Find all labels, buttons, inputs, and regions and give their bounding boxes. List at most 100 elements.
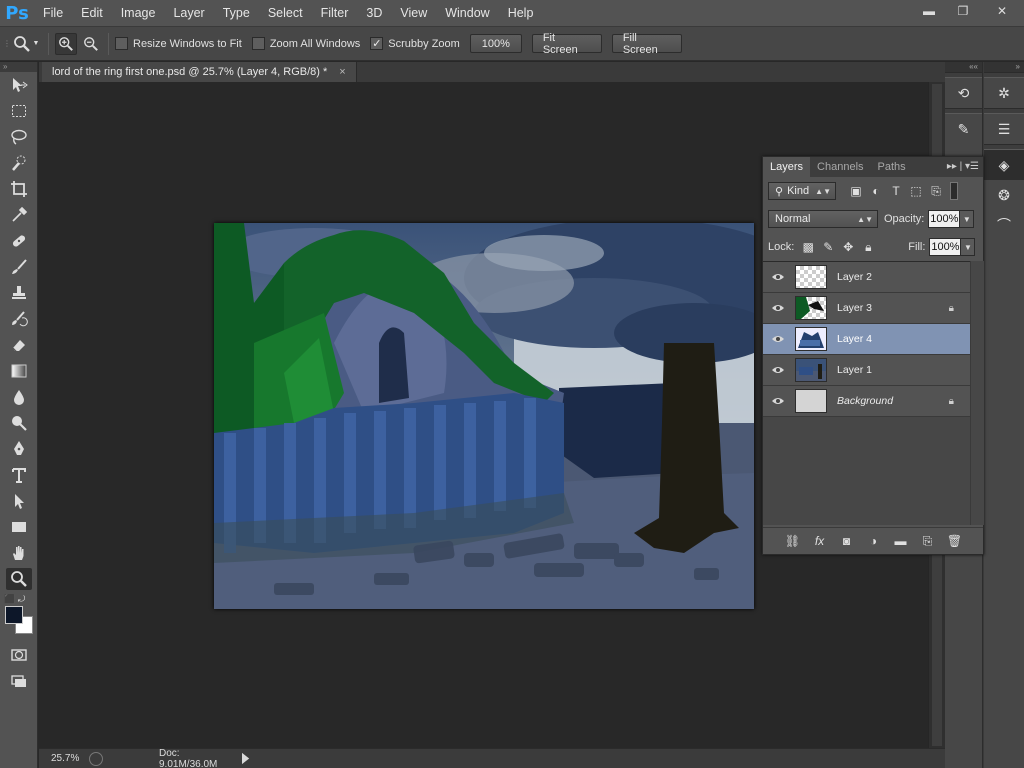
tab-channels[interactable]: Channels <box>810 157 870 177</box>
layer-row[interactable]: Layer 2 <box>763 262 970 293</box>
path-selection-tool[interactable] <box>0 488 38 514</box>
toolbar-grip[interactable]: » <box>0 62 37 72</box>
restore-button[interactable]: ❐ <box>946 0 980 22</box>
adjustments-panel-button[interactable]: ☰ <box>984 114 1024 144</box>
dodge-tool[interactable] <box>0 410 38 436</box>
filter-adjustment-icon[interactable]: ◐ <box>866 181 886 201</box>
checkbox-box[interactable] <box>115 37 128 50</box>
zoom-in-icon[interactable] <box>55 32 77 55</box>
layer-style-fx-icon[interactable]: fx <box>806 531 833 551</box>
menu-select[interactable]: Select <box>259 0 312 26</box>
tab-paths[interactable]: Paths <box>871 157 913 177</box>
dock-grip[interactable]: » <box>984 62 1024 72</box>
layer-row[interactable]: Layer 4 <box>763 324 970 355</box>
zoom-100-button[interactable]: 100% <box>469 34 522 53</box>
menu-window[interactable]: Window <box>436 0 498 26</box>
brush-tool[interactable] <box>0 254 38 280</box>
add-mask-icon[interactable]: ◙ <box>833 531 860 551</box>
filter-toggle-switch[interactable] <box>950 182 958 200</box>
fill-input[interactable]: 100% <box>929 238 962 256</box>
zoom-level[interactable]: 25.7% <box>39 753 89 764</box>
menu-type[interactable]: Type <box>214 0 259 26</box>
menu-help[interactable]: Help <box>499 0 543 26</box>
document-tab[interactable]: lord of the ring first one.psd @ 25.7% (… <box>42 62 357 82</box>
menu-view[interactable]: View <box>391 0 436 26</box>
blur-tool[interactable] <box>0 384 38 410</box>
lock-transparent-icon[interactable]: ▩ <box>798 237 818 257</box>
layers-panel-button[interactable]: ◈ <box>984 150 1024 180</box>
opacity-input[interactable]: 100% <box>928 210 961 228</box>
painting-canvas[interactable] <box>214 223 754 609</box>
rectangle-tool[interactable] <box>0 514 38 540</box>
quick-selection-tool[interactable] <box>0 150 38 176</box>
zoom-out-icon[interactable] <box>80 33 102 55</box>
zoom-all-windows-checkbox[interactable]: Zoom All Windows <box>251 37 360 50</box>
eraser-tool[interactable] <box>0 332 38 358</box>
clone-stamp-tool[interactable] <box>0 280 38 306</box>
layer-name[interactable]: Layer 1 <box>837 364 872 376</box>
visibility-eye-icon[interactable] <box>763 396 793 406</box>
link-layers-icon[interactable]: ⛓ <box>779 531 806 551</box>
filter-smart-object-icon[interactable]: ⎘ <box>926 181 946 201</box>
healing-brush-tool[interactable] <box>0 228 38 254</box>
brush-presets-panel-button[interactable]: ✎ <box>945 114 982 144</box>
history-panel-button[interactable]: ⟲ <box>945 78 982 108</box>
history-brush-tool[interactable] <box>0 306 38 332</box>
navigator-panel-button[interactable]: ✲ <box>984 78 1024 108</box>
swap-colors-icon[interactable]: ⬛ ⤾ <box>4 594 25 605</box>
status-info-icon[interactable] <box>89 751 103 766</box>
eyedropper-tool[interactable] <box>0 202 38 228</box>
layer-name[interactable]: Layer 4 <box>837 333 872 345</box>
filter-type-icon[interactable]: T <box>886 181 906 201</box>
menu-image[interactable]: Image <box>112 0 165 26</box>
menu-filter[interactable]: Filter <box>312 0 358 26</box>
dock-grip[interactable]: «« <box>945 62 982 72</box>
paths-panel-button[interactable]: ⌒ <box>984 210 1024 240</box>
foreground-color-swatch[interactable] <box>5 606 23 624</box>
panel-menu-icon[interactable]: ▸▸ | ▾☰ <box>947 157 979 177</box>
lock-pixels-brush-icon[interactable]: ✎ <box>818 237 838 257</box>
lock-position-icon[interactable]: ✥ <box>838 237 858 257</box>
move-tool[interactable] <box>0 72 38 98</box>
tab-layers[interactable]: Layers <box>763 157 811 177</box>
fill-slider-arrow-icon[interactable]: ▼ <box>961 238 976 256</box>
fill-screen-button[interactable]: Fill Screen <box>611 32 682 56</box>
delete-layer-trash-icon[interactable]: 🗑︎ <box>941 531 968 551</box>
opacity-slider-arrow-icon[interactable]: ▼ <box>960 210 975 228</box>
marquee-tool[interactable] <box>0 98 38 124</box>
quick-mask-button[interactable] <box>0 642 38 668</box>
menu-3d[interactable]: 3D <box>357 0 391 26</box>
channels-panel-button[interactable]: ❂ <box>984 180 1024 210</box>
menu-layer[interactable]: Layer <box>164 0 213 26</box>
crop-tool[interactable] <box>0 176 38 202</box>
close-tab-icon[interactable]: × <box>339 66 345 78</box>
menu-file[interactable]: File <box>34 0 72 26</box>
layer-name[interactable]: Background <box>837 395 893 407</box>
hand-tool[interactable] <box>0 540 38 566</box>
layer-name[interactable]: Layer 3 <box>837 302 872 314</box>
checkbox-box[interactable]: ✓ <box>370 37 384 50</box>
layer-row[interactable]: Background 🔒︎ <box>763 386 970 417</box>
new-adjustment-layer-icon[interactable]: ◑ <box>860 531 887 551</box>
screen-mode-button[interactable] <box>0 668 38 694</box>
zoom-tool-preset-icon[interactable]: ▼ <box>10 33 42 55</box>
filter-pixel-icon[interactable]: ▣ <box>846 181 866 201</box>
blend-mode-dropdown[interactable]: Normal ▲▼ <box>768 210 878 228</box>
layer-row[interactable]: Layer 3 🔒︎ <box>763 293 970 324</box>
visibility-eye-icon[interactable] <box>763 334 793 344</box>
type-tool[interactable] <box>0 462 38 488</box>
layer-name[interactable]: Layer 2 <box>837 271 872 283</box>
minimize-button[interactable]: ▬ <box>912 0 946 22</box>
menu-edit[interactable]: Edit <box>72 0 112 26</box>
scrubby-zoom-checkbox[interactable]: ✓ Scrubby Zoom <box>370 37 460 50</box>
pen-tool[interactable] <box>0 436 38 462</box>
visibility-eye-icon[interactable] <box>763 272 793 282</box>
layer-list-scrollbar[interactable] <box>970 261 984 525</box>
filter-kind-dropdown[interactable]: ⚲ Kind ▲▼ <box>768 182 836 200</box>
visibility-eye-icon[interactable] <box>763 303 793 313</box>
layer-row[interactable]: Layer 1 <box>763 355 970 386</box>
visibility-eye-icon[interactable] <box>763 365 793 375</box>
gradient-tool[interactable] <box>0 358 38 384</box>
lock-all-icon[interactable]: 🔒︎ <box>858 237 878 257</box>
new-group-folder-icon[interactable]: ▬ <box>887 531 914 551</box>
